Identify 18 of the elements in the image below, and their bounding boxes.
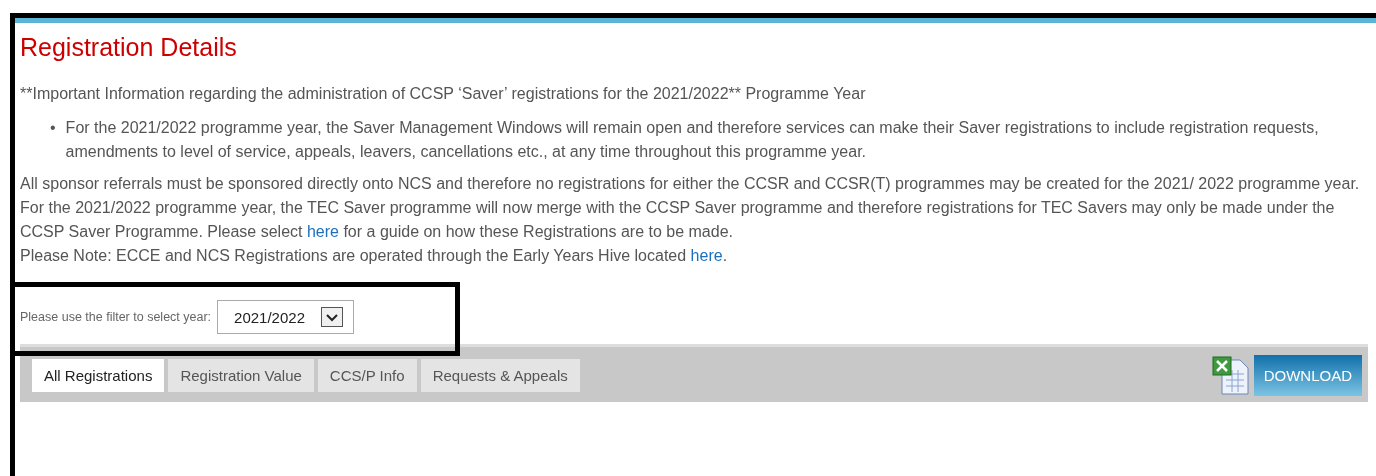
year-select[interactable]: 2021/2022 bbox=[217, 300, 354, 334]
tab[interactable]: All Registrations bbox=[32, 359, 165, 392]
bullet-text: For the 2021/2022 programme year, the Saver Management Windows will remain open and therefore services can make their Saver registrations to include registration requests, amendments to level of service, appeals, leavers, cancellations etc., at any time throughout this programme year. bbox=[65, 118, 1320, 162]
here-link[interactable]: here bbox=[306, 223, 339, 240]
paragraph: All sponsor referrals must be sponsored directly onto NCS and therefore no registrations for either the CCSR and CCSR(T) programmes may be created for the 2021/ 2022 programme year. bbox=[20, 174, 1361, 194]
tab[interactable]: Registration Value bbox=[168, 359, 314, 392]
dropdown-icon bbox=[321, 307, 343, 327]
bullet-marker: • bbox=[50, 118, 56, 138]
paragraph: For the 2021/2022 programme year, the TEC Saver programme will now merge with the CCSP Saver programme and therefore registrations for TEC Savers may only be made under the CCSP Saver Programme. Please select here for a guide on how these Registrations are to be made. bbox=[20, 198, 1336, 242]
page-title: Registration Details bbox=[20, 32, 238, 62]
download-button[interactable]: DOWNLOAD bbox=[1253, 355, 1362, 396]
tab[interactable]: CCS/P Info bbox=[317, 359, 417, 392]
here-link[interactable]: here bbox=[690, 247, 723, 264]
tab[interactable]: Requests & Appeals bbox=[420, 359, 580, 392]
filter-label: Please use the filter to select year: bbox=[20, 310, 212, 324]
notice-text: **Important Information regarding the administration of CCSP ‘Saver’ registrations for the 2021/2022** Programme Year bbox=[20, 84, 867, 104]
paragraph: Please Note: ECCE and NCS Registrations are operated through the Early Years Hive located here. bbox=[20, 246, 729, 266]
spreadsheet-icon bbox=[1211, 355, 1250, 396]
